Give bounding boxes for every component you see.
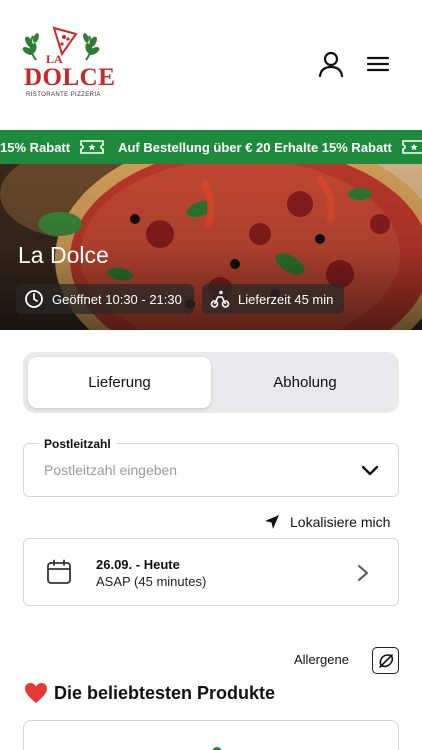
allergen-icon <box>378 653 393 668</box>
promo-track: 15% Rabatt Auf Bestellung über € 20 Erha… <box>0 130 422 164</box>
delivery-time-text: Lieferzeit 45 min <box>238 291 334 307</box>
postal-code-label: Postleitzahl <box>39 437 116 451</box>
calendar-icon <box>47 559 71 584</box>
product-card[interactable] <box>23 720 399 750</box>
hero-banner: La Dolce Geöffnet 10:30 - 21:30 Lieferze… <box>0 164 422 330</box>
clock-icon <box>25 290 43 308</box>
postal-code-input[interactable] <box>44 462 344 478</box>
logo-wordmark: DOLCE <box>24 64 116 91</box>
delivery-eta: ASAP (45 minutes) <box>96 574 207 589</box>
chevron-right-icon <box>358 565 368 581</box>
hamburger-menu-icon[interactable] <box>364 50 392 78</box>
tab-pickup[interactable]: Abholung <box>215 357 395 408</box>
promo-item-text: Auf Bestellung über € 20 Erhalte 15% Rab… <box>118 139 392 155</box>
delivery-time-selector[interactable]: 26.09. - Heute ASAP (45 minutes) <box>23 538 399 606</box>
logo-subtitle: RISTORANTE PIZZERIA <box>26 92 101 98</box>
popular-products-heading: Die beliebtesten Produkte <box>24 681 275 705</box>
popular-products-title: Die beliebtesten Produkte <box>54 682 276 703</box>
order-type-switch: Lieferung Abholung <box>23 352 399 413</box>
locate-me-button[interactable]: Lokalisiere mich <box>264 512 390 532</box>
ticket-icon <box>80 140 104 154</box>
location-arrow-icon <box>265 515 279 529</box>
opening-hours-chip: Geöffnet 10:30 - 21:30 <box>16 284 194 314</box>
promo-item-text: 15% Rabatt <box>0 139 71 155</box>
delivery-time-chip: Lieferzeit 45 min <box>202 284 344 314</box>
app-header: LA DOLCE RISTORANTE PIZZERIA <box>0 0 422 130</box>
allergens-label: Allergene <box>294 652 349 667</box>
opening-hours-text: Geöffnet 10:30 - 21:30 <box>52 291 182 307</box>
scooter-icon <box>210 290 230 308</box>
tab-delivery[interactable]: Lieferung <box>28 357 211 408</box>
allergens-button[interactable] <box>372 647 399 674</box>
chevron-down-icon[interactable] <box>360 463 380 479</box>
promo-banner: 15% Rabatt Auf Bestellung über € 20 Erha… <box>0 130 422 164</box>
restaurant-name: La Dolce <box>18 242 109 268</box>
restaurant-logo[interactable]: LA DOLCE RISTORANTE PIZZERIA <box>20 24 115 102</box>
promo-item: 15% Rabatt <box>0 139 118 155</box>
ticket-icon <box>402 140 422 154</box>
user-icon[interactable] <box>317 50 345 78</box>
postal-code-field[interactable]: Postleitzahl <box>23 437 399 497</box>
heart-icon <box>25 683 47 703</box>
promo-item: Auf Bestellung über € 20 Erhalte 15% Rab… <box>118 139 422 155</box>
locate-me-label: Lokalisiere mich <box>290 514 391 530</box>
delivery-date: 26.09. - Heute <box>96 557 180 572</box>
